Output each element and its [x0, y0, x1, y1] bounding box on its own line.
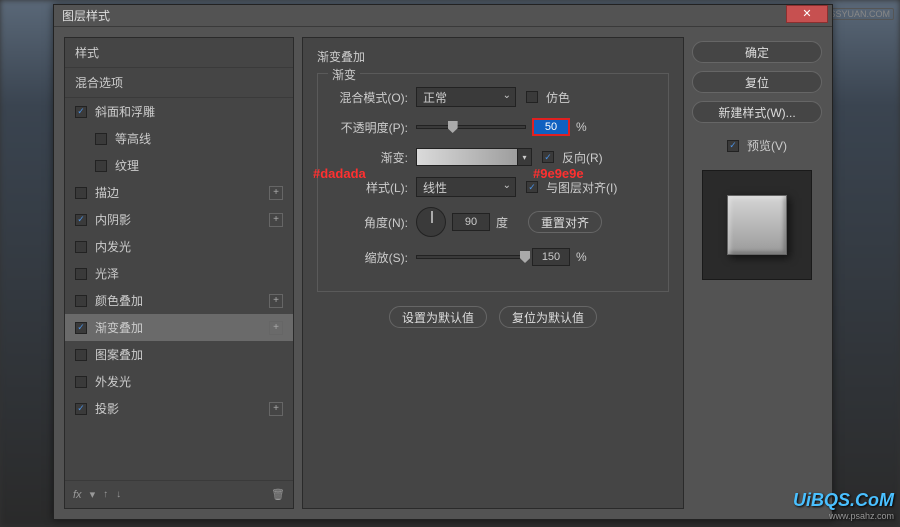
angle-unit: 度	[496, 214, 508, 231]
style-label: 纹理	[115, 157, 139, 174]
dialog-title: 图层样式	[62, 7, 110, 24]
add-effect-icon[interactable]	[269, 294, 283, 308]
style-label: 描边	[95, 184, 119, 201]
style-item-4[interactable]: 内阴影	[65, 206, 293, 233]
dither-label: 仿色	[546, 89, 570, 106]
cancel-button[interactable]: 复位	[692, 71, 822, 93]
gradient-label: 渐变:	[330, 149, 416, 166]
trash-icon[interactable]: 🗑	[271, 488, 285, 501]
style-label: 内阴影	[95, 211, 131, 228]
opacity-unit: %	[576, 120, 587, 134]
style-item-8[interactable]: 渐变叠加	[65, 314, 293, 341]
reverse-checkbox[interactable]	[542, 151, 554, 163]
style-item-10[interactable]: 外发光	[65, 368, 293, 395]
add-effect-icon[interactable]	[269, 402, 283, 416]
ok-button[interactable]: 确定	[692, 41, 822, 63]
style-label: 光泽	[95, 265, 119, 282]
styles-sidebar: 样式 混合选项 斜面和浮雕等高线纹理描边内阴影内发光光泽颜色叠加渐变叠加图案叠加…	[64, 37, 294, 509]
gradient-dropdown-icon[interactable]: ▾	[518, 148, 532, 166]
fx-dropdown-icon[interactable]: ▾	[90, 488, 96, 501]
angle-input[interactable]	[452, 213, 490, 231]
style-checkbox[interactable]	[75, 241, 87, 253]
fx-menu[interactable]: fx	[73, 489, 82, 501]
style-item-5[interactable]: 内发光	[65, 233, 293, 260]
sidebar-footer: fx ▾ ↑ ↓ 🗑	[65, 480, 293, 508]
preview-label: 预览(V)	[747, 137, 787, 154]
style-checkbox[interactable]	[75, 106, 87, 118]
style-checkbox[interactable]	[75, 187, 87, 199]
reset-default-button[interactable]: 复位为默认值	[499, 306, 597, 328]
style-label: 斜面和浮雕	[95, 103, 155, 120]
style-item-1[interactable]: 等高线	[65, 125, 293, 152]
style-label: 内发光	[95, 238, 131, 255]
style-item-11[interactable]: 投影	[65, 395, 293, 422]
style-checkbox[interactable]	[95, 160, 107, 172]
style-checkbox[interactable]	[75, 376, 87, 388]
style-item-2[interactable]: 纹理	[65, 152, 293, 179]
gradient-swatch[interactable]	[416, 148, 518, 166]
blend-mode-label: 混合模式(O):	[330, 89, 416, 106]
add-effect-icon[interactable]	[269, 186, 283, 200]
style-checkbox[interactable]	[75, 214, 87, 226]
panel-title: 渐变叠加	[317, 48, 669, 65]
style-item-7[interactable]: 颜色叠加	[65, 287, 293, 314]
move-down-icon[interactable]: ↓	[116, 489, 121, 500]
align-layer-label: 与图层对齐(I)	[546, 179, 617, 196]
dither-checkbox[interactable]	[526, 91, 538, 103]
close-button[interactable]	[786, 5, 828, 23]
preview-swatch	[727, 195, 787, 255]
scale-slider-thumb[interactable]	[520, 251, 530, 263]
style-checkbox[interactable]	[75, 295, 87, 307]
opacity-slider[interactable]	[416, 125, 526, 129]
style-item-6[interactable]: 光泽	[65, 260, 293, 287]
angle-label: 角度(N):	[330, 214, 416, 231]
style-label: 样式(L):	[330, 179, 416, 196]
angle-dial[interactable]	[416, 207, 446, 237]
style-item-9[interactable]: 图案叠加	[65, 341, 293, 368]
preview-checkbox[interactable]	[727, 140, 739, 152]
set-default-button[interactable]: 设置为默认值	[389, 306, 487, 328]
add-effect-icon[interactable]	[269, 213, 283, 227]
style-dropdown[interactable]: 线性	[416, 177, 516, 197]
move-up-icon[interactable]: ↑	[103, 489, 108, 500]
style-checkbox[interactable]	[75, 268, 87, 280]
style-label: 颜色叠加	[95, 292, 143, 309]
preview-box	[702, 170, 812, 280]
watermark-bottom: UiBQS.CoM www.psahz.com	[793, 490, 894, 521]
blend-mode-dropdown[interactable]: 正常	[416, 87, 516, 107]
right-panel: 确定 复位 新建样式(W)... 预览(V)	[692, 37, 822, 509]
reverse-label: 反向(R)	[562, 149, 603, 166]
style-checkbox[interactable]	[75, 322, 87, 334]
style-checkbox[interactable]	[75, 403, 87, 415]
style-checkbox[interactable]	[95, 133, 107, 145]
scale-unit: %	[576, 250, 587, 264]
options-panel: 渐变叠加 渐变 混合模式(O): 正常 仿色 不透明度(P):	[302, 37, 684, 509]
titlebar: 图层样式	[54, 5, 832, 27]
style-label: 渐变叠加	[95, 319, 143, 336]
opacity-slider-thumb[interactable]	[448, 121, 458, 133]
add-effect-icon[interactable]	[269, 321, 283, 335]
style-label: 等高线	[115, 130, 151, 147]
style-item-0[interactable]: 斜面和浮雕	[65, 98, 293, 125]
layer-style-dialog: 图层样式 样式 混合选项 斜面和浮雕等高线纹理描边内阴影内发光光泽颜色叠加渐变叠…	[53, 4, 833, 520]
blend-options-header[interactable]: 混合选项	[65, 68, 293, 98]
fieldset-legend: 渐变	[328, 66, 360, 83]
styles-header[interactable]: 样式	[65, 38, 293, 68]
opacity-input[interactable]	[532, 118, 570, 136]
new-style-button[interactable]: 新建样式(W)...	[692, 101, 822, 123]
style-label: 投影	[95, 400, 119, 417]
scale-slider[interactable]	[416, 255, 526, 259]
style-item-3[interactable]: 描边	[65, 179, 293, 206]
scale-input[interactable]	[532, 248, 570, 266]
style-label: 外发光	[95, 373, 131, 390]
scale-label: 缩放(S):	[330, 249, 416, 266]
style-label: 图案叠加	[95, 346, 143, 363]
style-checkbox[interactable]	[75, 349, 87, 361]
reset-align-button[interactable]: 重置对齐	[528, 211, 602, 233]
align-layer-checkbox[interactable]	[526, 181, 538, 193]
opacity-label: 不透明度(P):	[330, 119, 416, 136]
